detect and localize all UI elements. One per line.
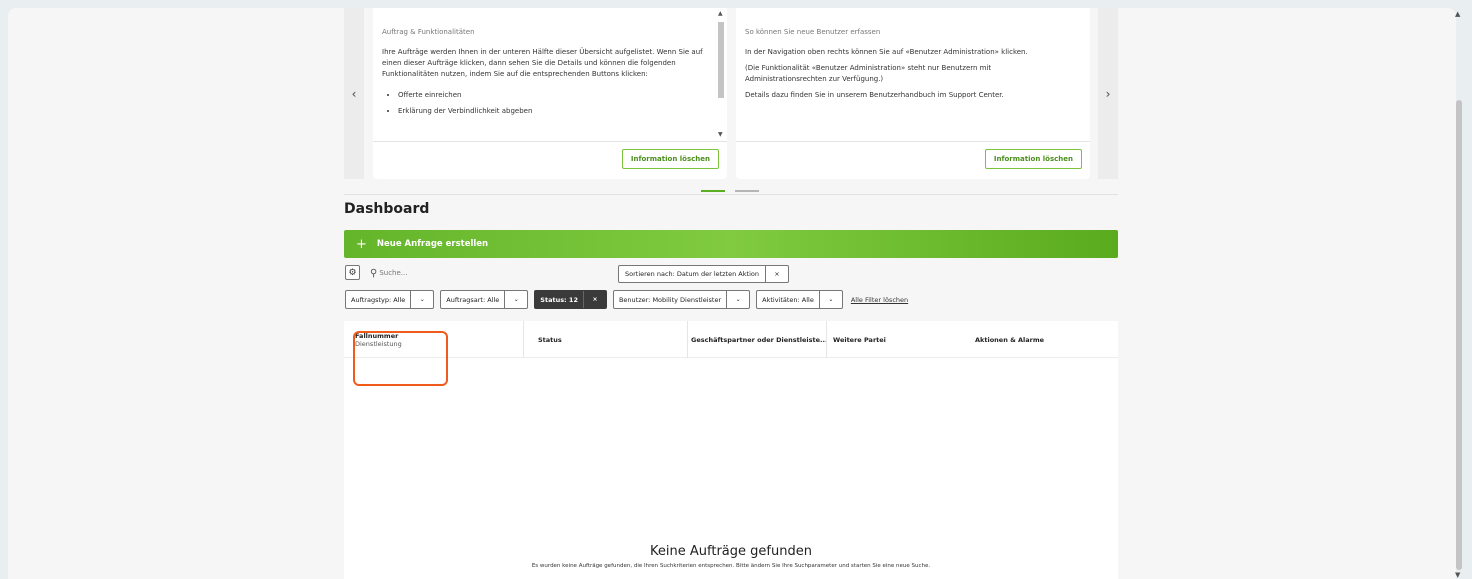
chevron-down-icon[interactable]: ⌄ [411, 291, 433, 308]
scroll-up-icon[interactable]: ▲ [1455, 10, 1460, 18]
card-paragraph: Details dazu finden Sie in unserem Benut… [745, 91, 1004, 99]
card-bullet-list: Offerte einreichen Erklärung der Verbind… [398, 90, 708, 117]
card-title: Auftrag & Funktionalitäten [382, 28, 475, 36]
column-header-actions[interactable]: Aktionen & Alarme [975, 321, 1044, 358]
chevron-down-icon[interactable]: ⌄ [820, 291, 842, 308]
scroll-down-icon[interactable]: ▼ [718, 131, 723, 138]
filter-user[interactable]: Benutzer: Mobility Dienstleister ⌄ [612, 290, 751, 309]
filter-order-type[interactable]: Auftragstyp: Alle ⌄ [345, 290, 435, 309]
search-placeholder: Suche... [379, 269, 408, 277]
gear-icon: ⚙ [348, 267, 357, 278]
empty-state-message: Es wurden keine Aufträge gefunden, die I… [531, 563, 931, 569]
carousel-dot-1[interactable] [701, 190, 725, 192]
card-scroll-area[interactable]: Ihre Aufträge werden Ihnen in der untere… [373, 38, 727, 138]
highlight-annotation [353, 331, 448, 386]
filter-status[interactable]: Status: 12 × [534, 290, 607, 309]
page: ‹ Ihre Aufträge werden Ihnen in der unte… [8, 8, 1456, 579]
page-title: Dashboard [344, 201, 430, 217]
chevron-right-icon: › [1105, 86, 1111, 101]
orders-table: Fallnummer Dienstleistung Status Geschäf… [344, 321, 1118, 579]
search-icon: ⚲ [370, 267, 378, 279]
chevron-down-icon[interactable]: ⌄ [727, 291, 749, 308]
scrollbar-thumb[interactable] [1456, 100, 1462, 570]
info-card-users: So können Sie neue Benutzer erfassen In … [736, 8, 1090, 179]
card-scrollbar[interactable]: ▲ ▼ [717, 10, 725, 138]
carousel-dots [701, 190, 759, 192]
delete-information-button[interactable]: Information löschen [984, 149, 1082, 169]
filter-bar: Auftragstyp: Alle ⌄ Auftragsart: Alle ⌄ … [345, 290, 908, 309]
page-scrollbar[interactable]: ▲ ▼ [1454, 8, 1464, 579]
close-icon[interactable]: × [584, 291, 606, 308]
filter-activities[interactable]: Aktivitäten: Alle ⌄ [756, 290, 843, 309]
table-header: Fallnummer Dienstleistung Status Geschäf… [344, 321, 1118, 358]
delete-information-button[interactable]: Information löschen [621, 149, 719, 169]
column-header-partner[interactable]: Geschäftspartner oder Dienstleiste... [691, 321, 827, 358]
card-title: So können Sie neue Benutzer erfassen [745, 28, 881, 36]
clear-filters-link[interactable]: Alle Filter löschen [851, 290, 908, 309]
plus-icon: + [356, 236, 367, 252]
carousel-dot-2[interactable] [735, 190, 759, 192]
new-request-button[interactable]: + Neue Anfrage erstellen [344, 230, 1118, 258]
column-header-other-party[interactable]: Weitere Partei [833, 321, 886, 358]
close-icon[interactable]: × [766, 266, 788, 282]
carousel-next-button[interactable]: › [1098, 8, 1118, 179]
carousel-prev-button[interactable]: ‹ [344, 8, 364, 179]
new-request-label: Neue Anfrage erstellen [376, 239, 489, 249]
search-input[interactable]: ⚲ Suche... [370, 265, 610, 281]
column-header-status[interactable]: Status [538, 321, 562, 358]
card-paragraph: Ihre Aufträge werden Ihnen in der untere… [382, 48, 703, 78]
scroll-up-icon[interactable]: ▲ [718, 10, 723, 17]
card-bullet: Erklärung der Verbindlichkeit abgeben [398, 106, 708, 117]
card-bullet: Offerte einreichen [398, 90, 708, 101]
sort-chip[interactable]: Sortieren nach: Datum der letzten Aktion… [618, 265, 789, 283]
info-card-orders: Ihre Aufträge werden Ihnen in der untere… [373, 8, 727, 179]
settings-button[interactable]: ⚙ [345, 265, 360, 280]
chevron-left-icon: ‹ [351, 86, 357, 101]
chevron-down-icon[interactable]: ⌄ [505, 291, 527, 308]
sort-label[interactable]: Sortieren nach: Datum der letzten Aktion [619, 266, 766, 282]
card-paragraph: In der Navigation oben rechts können Sie… [745, 48, 1028, 56]
filter-order-kind[interactable]: Auftragsart: Alle ⌄ [440, 290, 529, 309]
scroll-down-icon[interactable]: ▼ [1455, 571, 1460, 579]
card-paragraph: (Die Funktionalität «Benutzer Administra… [745, 64, 992, 83]
empty-state-title: Keine Aufträge gefunden [650, 544, 812, 559]
